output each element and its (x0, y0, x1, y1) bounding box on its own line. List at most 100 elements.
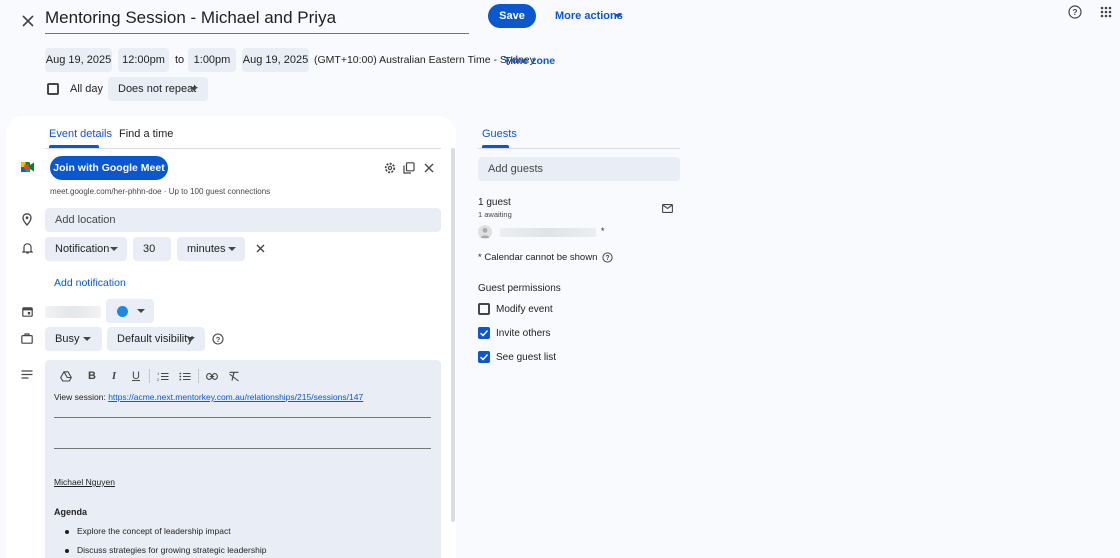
view-session-label: View session: (54, 392, 106, 402)
add-guests-placeholder: Add guests (488, 163, 544, 175)
tab-guests[interactable]: Guests (482, 128, 517, 140)
location-input[interactable]: Add location (45, 208, 441, 232)
invite-others-label: Invite others (496, 328, 551, 339)
see-guest-list-checkbox[interactable] (478, 351, 490, 363)
description-lines-icon (20, 367, 34, 381)
session-url-link[interactable]: https://acme.next.mentorkey.com.au/relat… (108, 392, 363, 402)
checkmark-icon (480, 354, 489, 361)
copy-icon[interactable] (402, 161, 416, 175)
notification-type-value: Notification (55, 243, 110, 255)
notification-unit-select[interactable]: minutes (177, 237, 245, 261)
horizontal-rule (54, 448, 431, 449)
view-session-line: View session: https://acme.next.mentorke… (54, 392, 363, 402)
meet-info-text: meet.google.com/her-phhn-doe · Up to 100… (50, 187, 271, 196)
google-meet-icon (20, 160, 34, 174)
gear-icon[interactable] (383, 161, 397, 175)
mentor-name-link[interactable]: Michael Nguyen (54, 477, 115, 487)
end-date-text: Aug 19, 2025 (242, 54, 309, 66)
save-button-label: Save (499, 10, 525, 22)
visibility-value: Default visibility (117, 333, 193, 345)
svg-text:2: 2 (157, 377, 160, 382)
bell-icon (20, 241, 34, 255)
remove-meet-close-icon[interactable] (422, 161, 436, 175)
event-title-text: Mentoring Session - Michael and Priya (45, 8, 337, 27)
link-icon[interactable] (204, 368, 220, 384)
google-drive-icon[interactable] (58, 368, 74, 384)
scrollbar[interactable] (451, 148, 455, 522)
guest-permissions-title: Guest permissions (478, 283, 561, 294)
organizer-asterisk: * (601, 226, 605, 236)
see-guest-list-label: See guest list (496, 352, 557, 363)
email-guests-icon[interactable] (660, 201, 674, 215)
calendar-color-dot (117, 305, 128, 317)
calendar-note-text: * Calendar cannot be shown (478, 252, 598, 263)
visibility-select[interactable]: Default visibility (107, 327, 205, 351)
all-day-checkbox[interactable] (47, 83, 59, 95)
agenda-item: Explore the concept of leadership impact (65, 526, 231, 536)
availability-select[interactable]: Busy (45, 327, 102, 351)
start-time-chip[interactable]: 12:00pm (118, 48, 169, 72)
join-google-meet-button[interactable]: Join with Google Meet (50, 156, 168, 180)
guest-row[interactable]: * (478, 224, 668, 242)
agenda-item-text: Discuss strategies for growing strategic… (77, 545, 267, 555)
chevron-down-icon (137, 309, 145, 313)
tab-find-a-time[interactable]: Find a time (119, 128, 173, 140)
bullet-icon (65, 548, 69, 553)
guests-tab-divider (478, 148, 680, 149)
location-placeholder: Add location (55, 214, 116, 226)
agenda-heading: Agenda (54, 507, 88, 517)
description-editor[interactable]: B I U 12 View session: https://acme.next… (45, 360, 441, 558)
notification-amount-input[interactable]: 30 (133, 237, 171, 261)
underline-icon[interactable]: U (128, 368, 144, 384)
event-title-input[interactable]: Mentoring Session - Michael and Priya (45, 6, 469, 34)
guest-count: 1 guest (478, 197, 511, 208)
checkmark-icon (480, 330, 489, 337)
repeat-select[interactable]: Does not repeat (108, 77, 208, 101)
save-button[interactable]: Save (488, 4, 536, 28)
more-actions-button[interactable]: More actions (552, 5, 624, 27)
end-date-chip[interactable]: Aug 19, 2025 (242, 48, 309, 72)
start-date-chip[interactable]: Aug 19, 2025 (45, 48, 112, 72)
chevron-down-icon (190, 87, 198, 91)
guest-name-redacted (500, 228, 596, 237)
numbered-list-icon[interactable]: 12 (155, 368, 171, 384)
bold-icon[interactable]: B (84, 368, 100, 384)
invite-others-checkbox[interactable] (478, 327, 490, 339)
timezone-link[interactable]: Time zone (504, 55, 555, 67)
calendar-color-select[interactable] (106, 299, 154, 323)
more-actions-label: More actions (555, 10, 623, 22)
availability-value: Busy (55, 333, 80, 345)
start-date-text: Aug 19, 2025 (45, 54, 112, 66)
join-google-meet-label: Join with Google Meet (53, 162, 165, 174)
italic-icon[interactable]: I (106, 368, 122, 384)
calendar-note: * Calendar cannot be shown ? (478, 252, 613, 263)
bullet-icon (65, 529, 69, 534)
svg-text:?: ? (606, 255, 610, 262)
tab-event-details[interactable]: Event details (49, 128, 112, 140)
notification-type-select[interactable]: Notification (45, 237, 127, 261)
bulleted-list-icon[interactable] (177, 368, 193, 384)
modify-event-label: Modify event (496, 304, 553, 315)
svg-text:?: ? (216, 335, 221, 344)
agenda-item: Discuss strategies for growing strategic… (65, 545, 266, 555)
clear-formatting-icon[interactable] (226, 368, 242, 384)
add-guests-input[interactable]: Add guests (478, 157, 680, 181)
help-icon[interactable]: ? (1067, 4, 1083, 20)
notification-amount-value: 30 (143, 243, 156, 255)
modify-event-checkbox[interactable] (478, 303, 490, 315)
help-icon[interactable]: ? (211, 332, 225, 346)
briefcase-icon (20, 331, 34, 345)
chevron-down-icon (614, 14, 622, 18)
chevron-down-icon (187, 337, 195, 341)
chevron-down-icon (110, 247, 118, 251)
end-time-text: 1:00pm (193, 54, 231, 66)
add-notification-link[interactable]: Add notification (54, 277, 126, 289)
close-icon[interactable] (18, 11, 38, 31)
calendar-name-redacted (45, 306, 101, 318)
end-time-chip[interactable]: 1:00pm (188, 48, 236, 72)
location-pin-icon (20, 212, 34, 226)
help-icon[interactable]: ? (602, 252, 613, 263)
apps-grid-icon[interactable] (1098, 4, 1114, 20)
remove-notification-close-icon[interactable] (253, 241, 267, 255)
all-day-label: All day (70, 83, 104, 95)
